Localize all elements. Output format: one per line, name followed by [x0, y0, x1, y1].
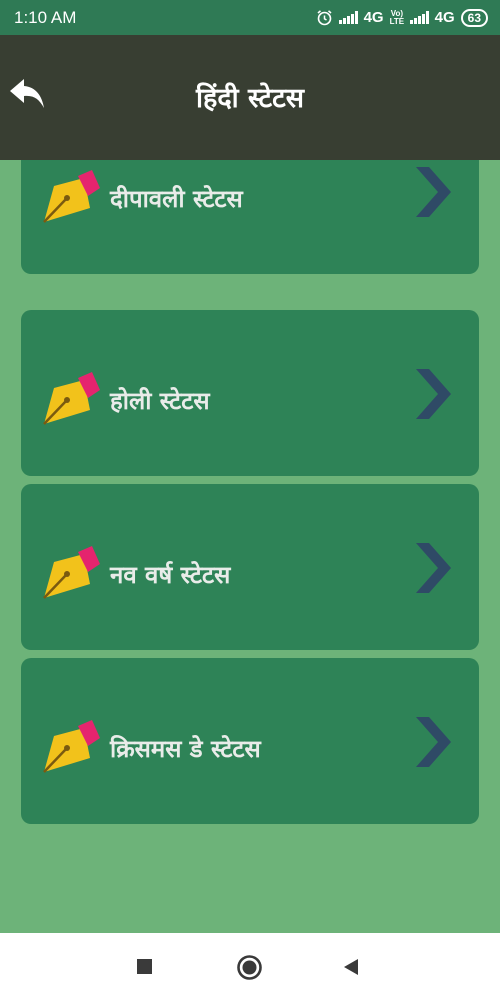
pen-nib-icon — [43, 720, 100, 773]
page-title: हिंदी स्टेटस — [195, 82, 305, 114]
status-icons: 4G Vo) LTE 4G 63 — [316, 8, 488, 27]
back-button[interactable] — [8, 77, 48, 111]
category-card-new-year[interactable]: नव वर्ष स्टेटस — [21, 484, 479, 650]
chevron-right-icon — [416, 167, 451, 217]
recents-square-icon — [137, 959, 152, 974]
chevron-right-icon — [416, 717, 451, 767]
chevron-right-icon — [416, 543, 451, 593]
system-nav-bar — [0, 933, 500, 1000]
status-bar: 1:10 AM 4G Vo) LTE 4G 63 — [0, 0, 500, 35]
signal-icon-2 — [410, 11, 429, 24]
network-type-1: 4G — [363, 9, 384, 26]
category-label: होली स्टेटस — [110, 387, 210, 415]
pen-nib-icon — [43, 546, 100, 599]
recents-button[interactable] — [136, 958, 154, 980]
network-type-2: 4G — [434, 9, 455, 26]
pen-nib-icon — [43, 170, 100, 223]
pen-nib-icon — [43, 372, 100, 425]
category-label: दीपावली स्टेटस — [110, 185, 243, 213]
volte-icon: Vo) LTE — [389, 9, 405, 26]
volte-bottom-text: LTE — [389, 16, 405, 26]
category-list[interactable]: दीपावली स्टेटस होली स्टेटस नव वर्ष स्टेट… — [0, 160, 500, 933]
battery-level: 63 — [467, 10, 481, 25]
category-card-diwali[interactable]: दीपावली स्टेटस — [21, 160, 479, 274]
home-button[interactable] — [236, 954, 263, 985]
category-card-christmas[interactable]: क्रिसमस डे स्टेटस — [21, 658, 479, 824]
back-triangle-icon — [344, 959, 358, 975]
signal-icon — [339, 11, 358, 24]
category-label: क्रिसमस डे स्टेटस — [110, 735, 261, 763]
home-circle-icon — [237, 955, 262, 980]
category-label: नव वर्ष स्टेटस — [110, 561, 231, 589]
back-arrow-icon — [10, 79, 44, 108]
category-card-holi[interactable]: होली स्टेटस — [21, 310, 479, 476]
status-time: 1:10 AM — [14, 7, 77, 27]
chevron-right-icon — [416, 369, 451, 419]
alarm-icon — [317, 10, 332, 26]
nav-back-button[interactable] — [341, 957, 361, 981]
app-bar: हिंदी स्टेटस — [0, 35, 500, 160]
battery-icon: 63 — [460, 8, 488, 27]
